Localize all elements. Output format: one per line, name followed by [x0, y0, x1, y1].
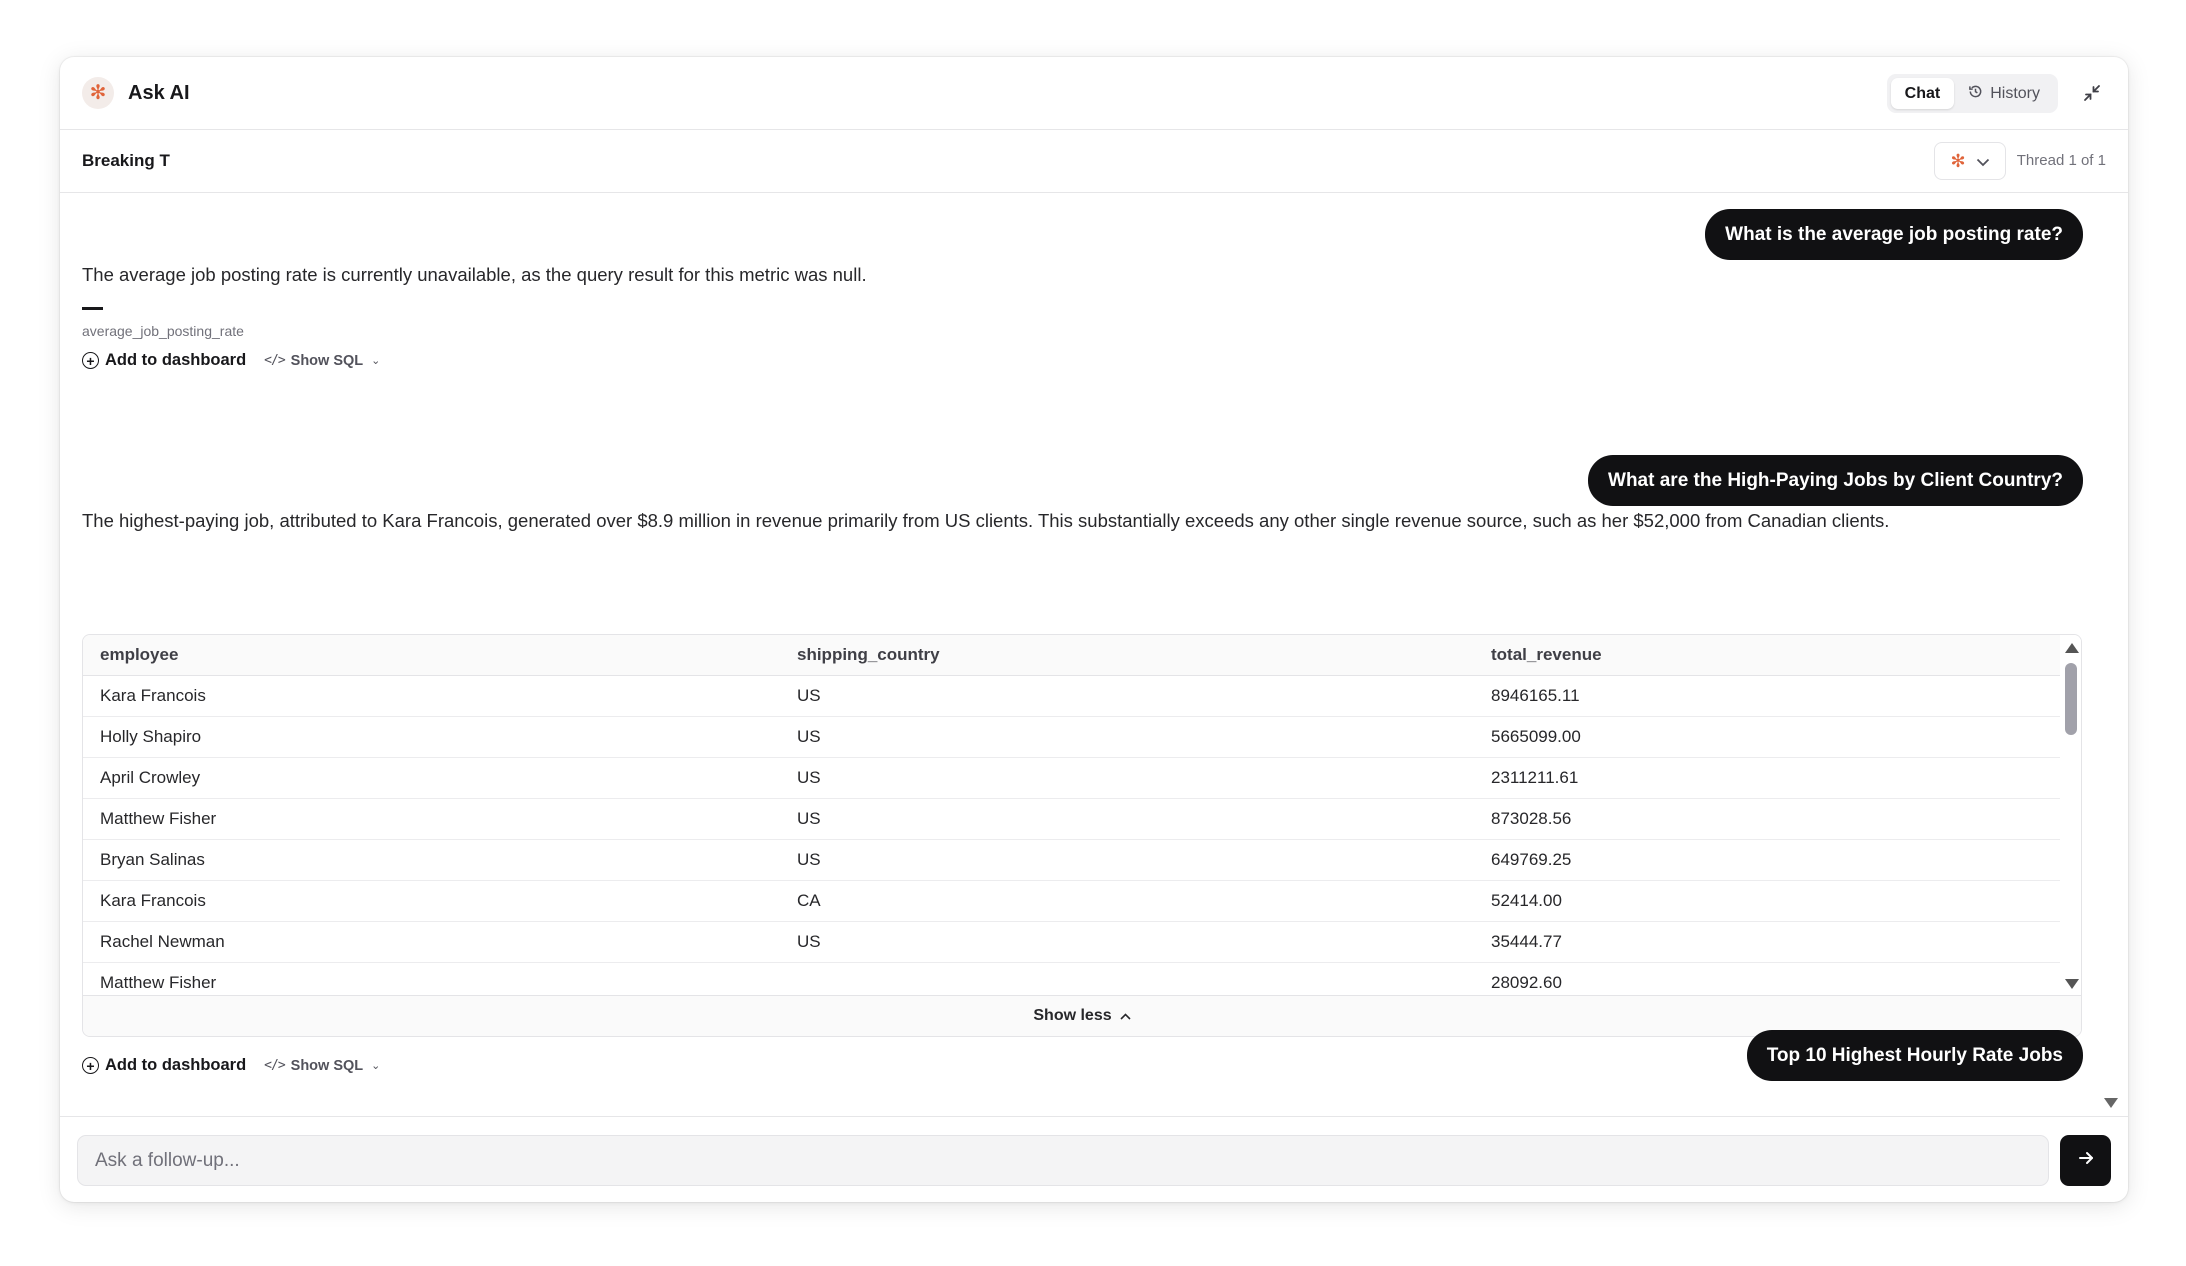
- table-row: Holly Shapiro US 5665099.00: [83, 716, 2061, 758]
- table-scroll-area[interactable]: employee shipping_country total_revenue …: [83, 635, 2061, 997]
- table-cell: Kara Francois: [83, 880, 780, 922]
- plus-circle-icon: +: [82, 1057, 99, 1074]
- scroll-down-arrow-icon[interactable]: [2104, 1098, 2118, 1108]
- history-icon: [1968, 84, 1983, 103]
- result-table: employee shipping_country total_revenue …: [82, 634, 2082, 1037]
- add-to-dashboard-button[interactable]: + Add to dashboard: [82, 351, 246, 370]
- table-row: Kara Francois US 8946165.11: [83, 675, 2061, 717]
- tab-history[interactable]: History: [1954, 78, 2054, 109]
- model-selector[interactable]: ✻: [1934, 142, 2006, 180]
- conversation-scroll[interactable]: What is the average job posting rate? Th…: [60, 193, 2128, 1116]
- tab-history-label: History: [1990, 84, 2040, 102]
- column-header[interactable]: total_revenue: [1474, 635, 2061, 676]
- table-cell: 52414.00: [1474, 880, 2061, 922]
- chevron-down-icon: ⌄: [371, 355, 381, 367]
- tab-chat[interactable]: Chat: [1890, 78, 1955, 109]
- table-row: April Crowley US 2311211.61: [83, 757, 2061, 799]
- assistant-answer-text: The highest-paying job, attributed to Ka…: [82, 510, 1890, 531]
- table-cell: Rachel Newman: [83, 921, 780, 963]
- thread-bar: Breaking T ✻ Thread 1 of 1: [60, 130, 2128, 193]
- thread-counter: Thread 1 of 1: [2016, 152, 2106, 169]
- table-cell: 2311211.61: [1474, 757, 2061, 799]
- user-message-bubble: What are the High-Paying Jobs by Client …: [1588, 455, 2083, 506]
- app-title: Ask AI: [128, 81, 190, 104]
- table-cell: Holly Shapiro: [83, 716, 780, 758]
- arrow-right-icon: [2077, 1149, 2095, 1173]
- table-cell: US: [780, 716, 1474, 758]
- add-to-dashboard-label: Add to dashboard: [105, 351, 247, 369]
- assistant-answer-text: The average job posting rate is currentl…: [82, 264, 867, 285]
- column-header[interactable]: employee: [83, 635, 780, 676]
- answer-actions: + Add to dashboard </> Show SQL ⌄: [82, 351, 380, 370]
- sparkle-icon: ✻: [82, 77, 114, 109]
- scroll-down-arrow-icon[interactable]: [2065, 979, 2079, 989]
- panel-header: ✻ Ask AI Chat History: [60, 57, 2128, 130]
- table-cell: 8946165.11: [1474, 675, 2061, 717]
- code-icon: </>: [264, 1058, 286, 1073]
- chevron-down-icon: [1976, 151, 1990, 172]
- follow-up-input[interactable]: [77, 1135, 2049, 1186]
- user-message-bubble: Top 10 Highest Hourly Rate Jobs: [1746, 1030, 2083, 1081]
- chevron-down-icon: ⌄: [371, 1060, 381, 1072]
- data-table: employee shipping_country total_revenue …: [83, 635, 2061, 997]
- show-sql-label: Show SQL: [290, 352, 364, 369]
- column-header[interactable]: shipping_country: [780, 635, 1474, 676]
- view-switcher: Chat History: [1886, 74, 2058, 113]
- ask-ai-panel: ✻ Ask AI Chat History Breaking T ✻ Threa…: [60, 57, 2128, 1202]
- table-cell: April Crowley: [83, 757, 780, 799]
- table-cell: 873028.56: [1474, 798, 2061, 840]
- table-row: Matthew Fisher 28092.60: [83, 962, 2061, 997]
- metric-empty-value: [82, 307, 103, 310]
- metric-label: average_job_posting_rate: [82, 323, 244, 339]
- thread-name: Breaking T: [82, 151, 170, 170]
- table-cell: Bryan Salinas: [83, 839, 780, 881]
- minimize-icon[interactable]: [2078, 79, 2106, 107]
- table-cell: US: [780, 839, 1474, 881]
- show-sql-button[interactable]: </> Show SQL ⌄: [264, 353, 380, 369]
- answer-actions: + Add to dashboard </> Show SQL ⌄: [82, 1056, 380, 1075]
- sparkle-icon: ✻: [1950, 150, 1966, 171]
- show-sql-label: Show SQL: [290, 1057, 364, 1074]
- table-cell: 5665099.00: [1474, 716, 2061, 758]
- table-cell: Matthew Fisher: [83, 798, 780, 840]
- table-cell: US: [780, 921, 1474, 963]
- table-cell: 28092.60: [1474, 962, 2061, 997]
- table-cell: Kara Francois: [83, 675, 780, 717]
- table-header-row: employee shipping_country total_revenue: [83, 635, 2061, 676]
- table-row: Rachel Newman US 35444.77: [83, 921, 2061, 963]
- code-icon: </>: [264, 353, 286, 368]
- composer: [60, 1116, 2128, 1202]
- plus-circle-icon: +: [82, 352, 99, 369]
- scrollbar-thumb[interactable]: [2065, 663, 2077, 735]
- send-button[interactable]: [2060, 1135, 2111, 1186]
- table-cell: US: [780, 798, 1474, 840]
- table-cell: US: [780, 757, 1474, 799]
- table-cell: [780, 962, 1474, 997]
- add-to-dashboard-label: Add to dashboard: [105, 1056, 247, 1074]
- chevron-up-icon: [1120, 1007, 1131, 1025]
- table-cell: CA: [780, 880, 1474, 922]
- table-cell: 649769.25: [1474, 839, 2061, 881]
- table-scrollbar[interactable]: [2060, 635, 2081, 997]
- user-message-bubble: What is the average job posting rate?: [1705, 209, 2083, 260]
- table-row: Bryan Salinas US 649769.25: [83, 839, 2061, 881]
- show-less-label: Show less: [1033, 1007, 1112, 1024]
- table-cell: US: [780, 675, 1474, 717]
- table-row: Matthew Fisher US 873028.56: [83, 798, 2061, 840]
- table-row: Kara Francois CA 52414.00: [83, 880, 2061, 922]
- scroll-up-arrow-icon[interactable]: [2065, 643, 2079, 653]
- table-cell: 35444.77: [1474, 921, 2061, 963]
- add-to-dashboard-button[interactable]: + Add to dashboard: [82, 1056, 246, 1075]
- tab-chat-label: Chat: [1904, 84, 1941, 102]
- show-sql-button[interactable]: </> Show SQL ⌄: [264, 1058, 380, 1074]
- table-cell: Matthew Fisher: [83, 962, 780, 997]
